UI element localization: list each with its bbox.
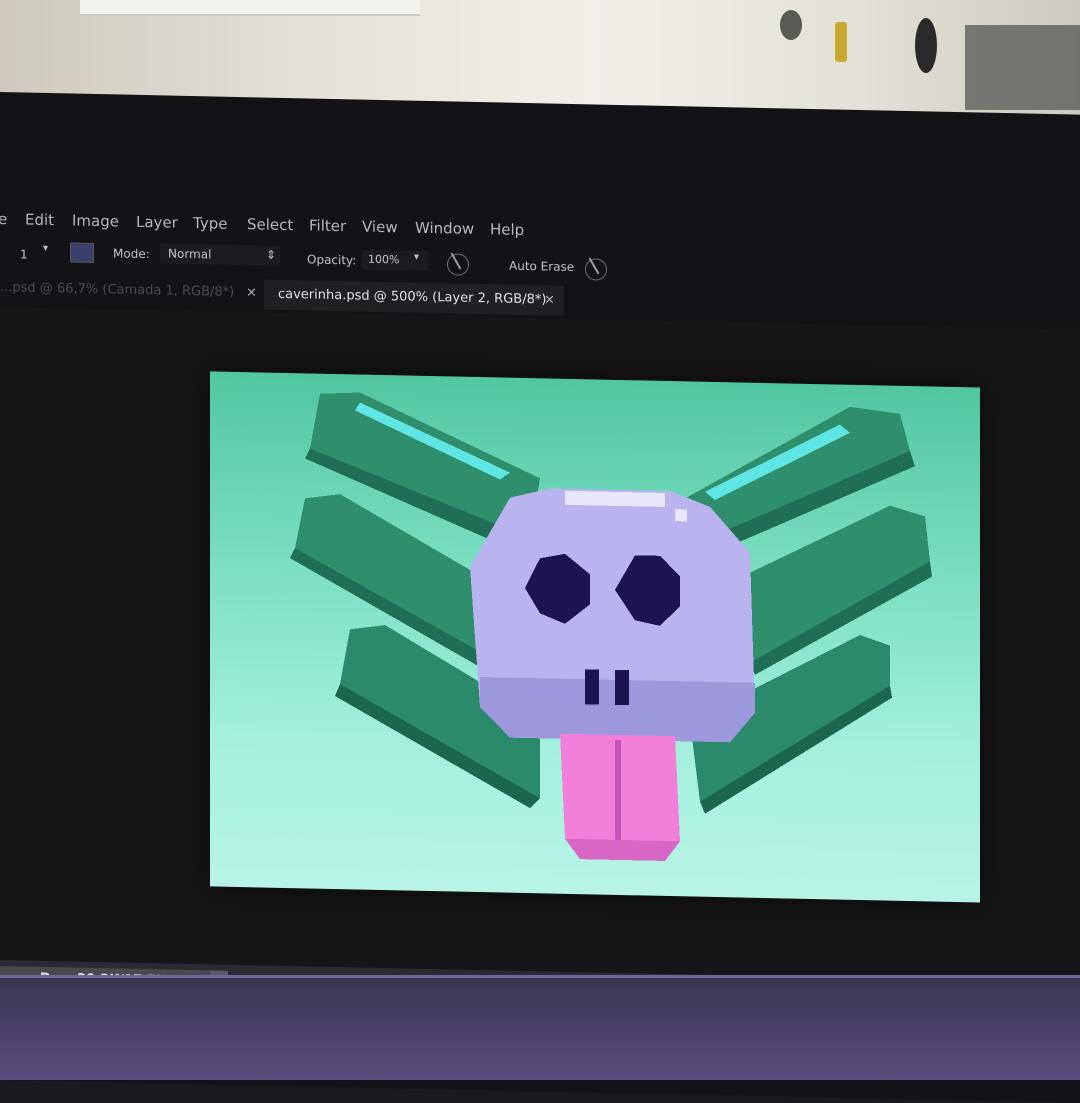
updown-arrows-icon: ⇕ <box>266 247 277 262</box>
workspace-area <box>0 307 1080 990</box>
menu-view[interactable]: View <box>362 218 398 237</box>
menu-edit[interactable]: Edit <box>25 211 54 230</box>
monitor-bezel <box>0 975 1080 1080</box>
wall-object <box>915 18 937 73</box>
pixel-art-skull <box>290 392 932 861</box>
opacity-label: Opacity: <box>307 252 357 268</box>
skull <box>470 488 755 743</box>
mode-label: Mode: <box>113 246 150 262</box>
mode-value: Normal <box>168 246 212 262</box>
chevron-down-icon[interactable]: ▾ <box>43 243 48 254</box>
bezel-edge <box>0 975 1080 978</box>
menu-file[interactable]: e <box>0 210 7 228</box>
opacity-value: 100% <box>368 252 400 267</box>
close-icon[interactable]: × <box>246 285 257 300</box>
tongue <box>560 733 680 861</box>
opacity-input[interactable]: 100% ▾ <box>362 249 428 271</box>
close-icon[interactable]: × <box>544 292 555 307</box>
tab-inactive-document[interactable]: ...psd @ 66,7% (Camada 1, RGB/8*) <box>0 280 234 300</box>
wall-object <box>780 10 802 40</box>
monitor-screen: e Edit Image Layer Type Select Filter Vi… <box>0 92 1080 1103</box>
menu-type[interactable]: Type <box>193 214 227 233</box>
brush-size-value[interactable]: 1 <box>20 247 28 261</box>
tab-active-label: caverinha.psd @ 500% (Layer 2, RGB/8*) <box>278 286 547 308</box>
brush-preset-icon[interactable] <box>70 242 94 263</box>
tab-active-document[interactable]: caverinha.psd @ 500% (Layer 2, RGB/8*) <box>264 279 564 316</box>
mode-select[interactable]: Normal ⇕ <box>160 243 280 266</box>
menu-select[interactable]: Select <box>247 215 293 234</box>
wall-object <box>965 25 1080 110</box>
wall-object <box>835 22 847 62</box>
airbrush-pressure-icon[interactable] <box>442 249 474 280</box>
menu-help[interactable]: Help <box>490 220 524 239</box>
menu-window[interactable]: Window <box>415 219 474 238</box>
wall-shelf <box>80 0 420 16</box>
chevron-down-icon: ▾ <box>414 251 420 263</box>
menu-layer[interactable]: Layer <box>136 213 178 232</box>
menu-image[interactable]: Image <box>72 212 119 231</box>
auto-erase-checkbox[interactable]: Auto Erase <box>509 259 574 274</box>
tablet-pressure-icon[interactable] <box>580 254 612 285</box>
menu-filter[interactable]: Filter <box>309 216 346 235</box>
document-canvas[interactable] <box>210 371 980 903</box>
